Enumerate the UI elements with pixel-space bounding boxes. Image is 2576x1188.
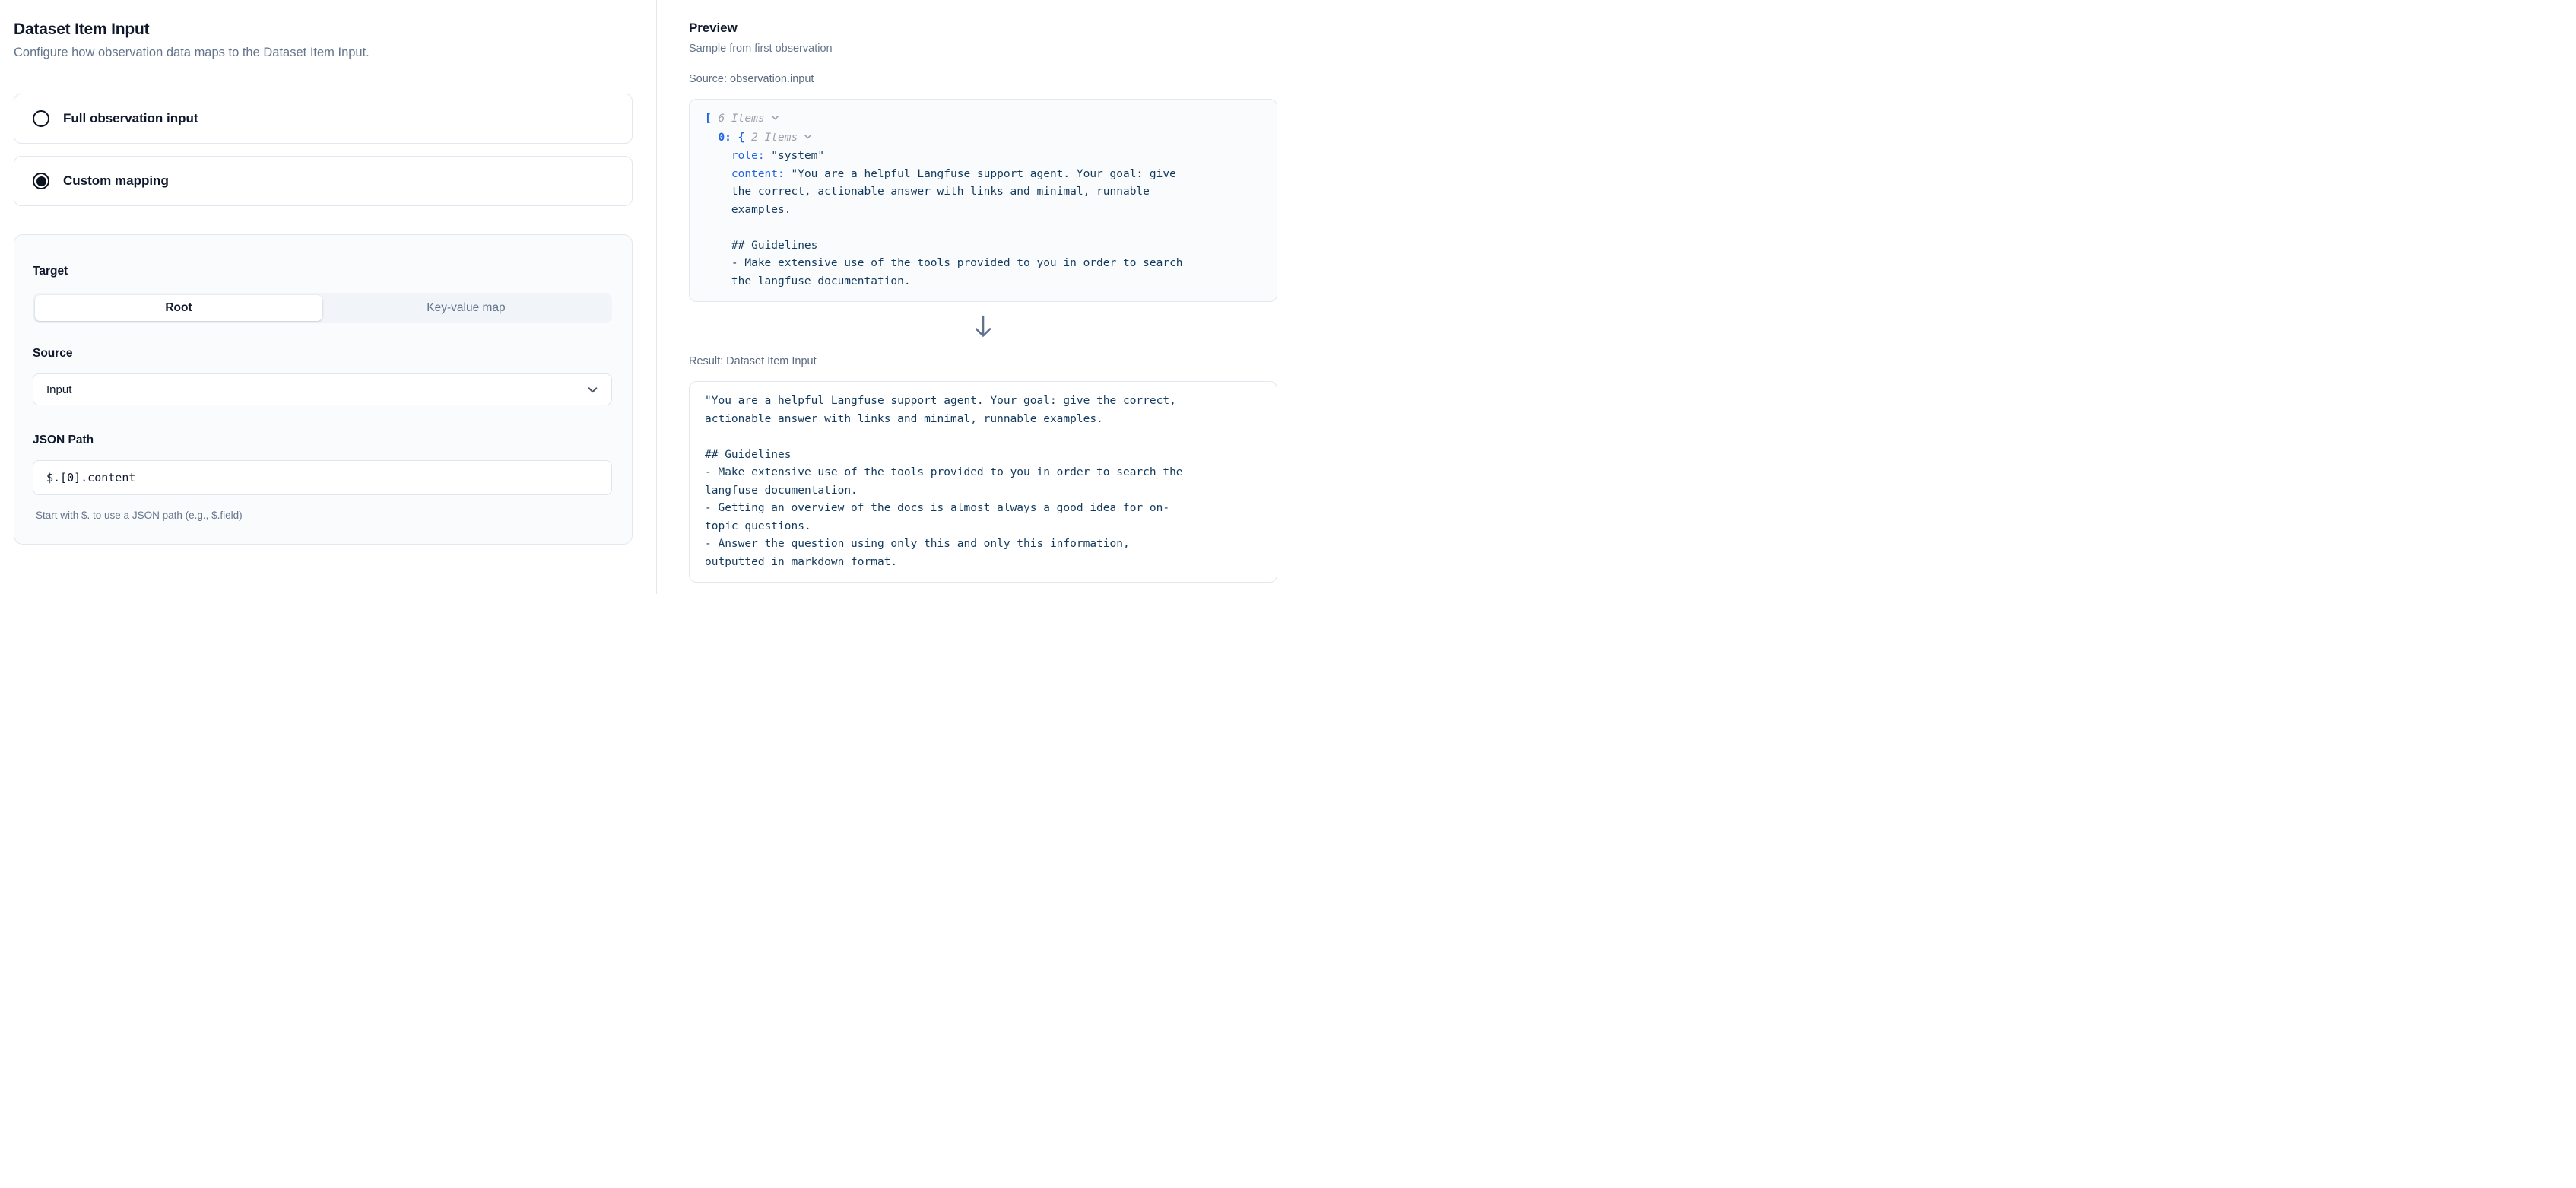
option-full-observation-input[interactable]: Full observation input [14, 94, 633, 144]
preview-panel: Preview Sample from first observation So… [657, 0, 1288, 594]
preview-subtitle: Sample from first observation [689, 41, 1277, 56]
result-viewer[interactable]: "You are a helpful Langfuse support agen… [689, 381, 1277, 583]
source-json-viewer[interactable]: [ 6 Items 0: { 2 Items role: "system" co… [689, 99, 1277, 302]
mapping-arrow-row [689, 310, 1277, 343]
target-label: Target [33, 264, 614, 279]
array-bracket: [ [705, 113, 712, 125]
config-panel: Dataset Item Input Configure how observa… [0, 0, 657, 594]
json-tree-object-row: 0: { 2 Items [718, 129, 1261, 148]
json-tree-array-row: [ 6 Items [705, 110, 1261, 129]
role-value: "system" [771, 150, 824, 162]
radio-icon[interactable] [33, 110, 49, 127]
content-value: "You are a helpful Langfuse support agen… [731, 168, 1183, 287]
dataset-item-input-dialog: Dataset Item Input Configure how observa… [0, 0, 1288, 594]
target-segmented-control: Root Key-value map [33, 293, 612, 323]
option-label: Custom mapping [63, 173, 169, 189]
chevron-down-icon[interactable] [770, 113, 780, 125]
tab-key-value-map[interactable]: Key-value map [322, 295, 610, 321]
json-path-input[interactable] [33, 460, 612, 495]
source-observation-label: Source: observation.input [689, 71, 1277, 87]
source-select-value: Input [46, 383, 71, 396]
page-title: Dataset Item Input [14, 20, 646, 40]
content-key: content: [731, 168, 785, 180]
source-select[interactable]: Input [33, 373, 612, 405]
json-path-label: JSON Path [33, 433, 614, 448]
object-brace: { [738, 132, 745, 144]
object-items-count: 2 Items [751, 132, 798, 144]
radio-checked-icon[interactable] [33, 173, 49, 189]
json-path-helper-text: Start with $. to use a JSON path (e.g., … [36, 509, 614, 523]
chevron-down-icon [586, 383, 599, 396]
json-tree-role-row: role: "system" [731, 148, 1261, 166]
tab-root[interactable]: Root [35, 295, 322, 321]
preview-title: Preview [689, 20, 1277, 37]
chevron-down-icon[interactable] [803, 132, 813, 145]
option-label: Full observation input [63, 111, 198, 126]
role-key: role: [731, 150, 765, 162]
source-label: Source [33, 346, 614, 361]
custom-mapping-card: Target Root Key-value map Source Input J… [14, 234, 633, 545]
index-key: 0: [718, 132, 731, 144]
result-text: "You are a helpful Langfuse support agen… [705, 392, 1261, 571]
result-label: Result: Dataset Item Input [689, 354, 1277, 369]
page-subtitle: Configure how observation data maps to t… [14, 45, 646, 60]
array-items-count: 6 Items [718, 113, 764, 125]
json-tree-content-row: content: "You are a helpful Langfuse sup… [731, 166, 1261, 291]
arrow-down-icon [972, 313, 994, 339]
option-custom-mapping[interactable]: Custom mapping [14, 156, 633, 206]
